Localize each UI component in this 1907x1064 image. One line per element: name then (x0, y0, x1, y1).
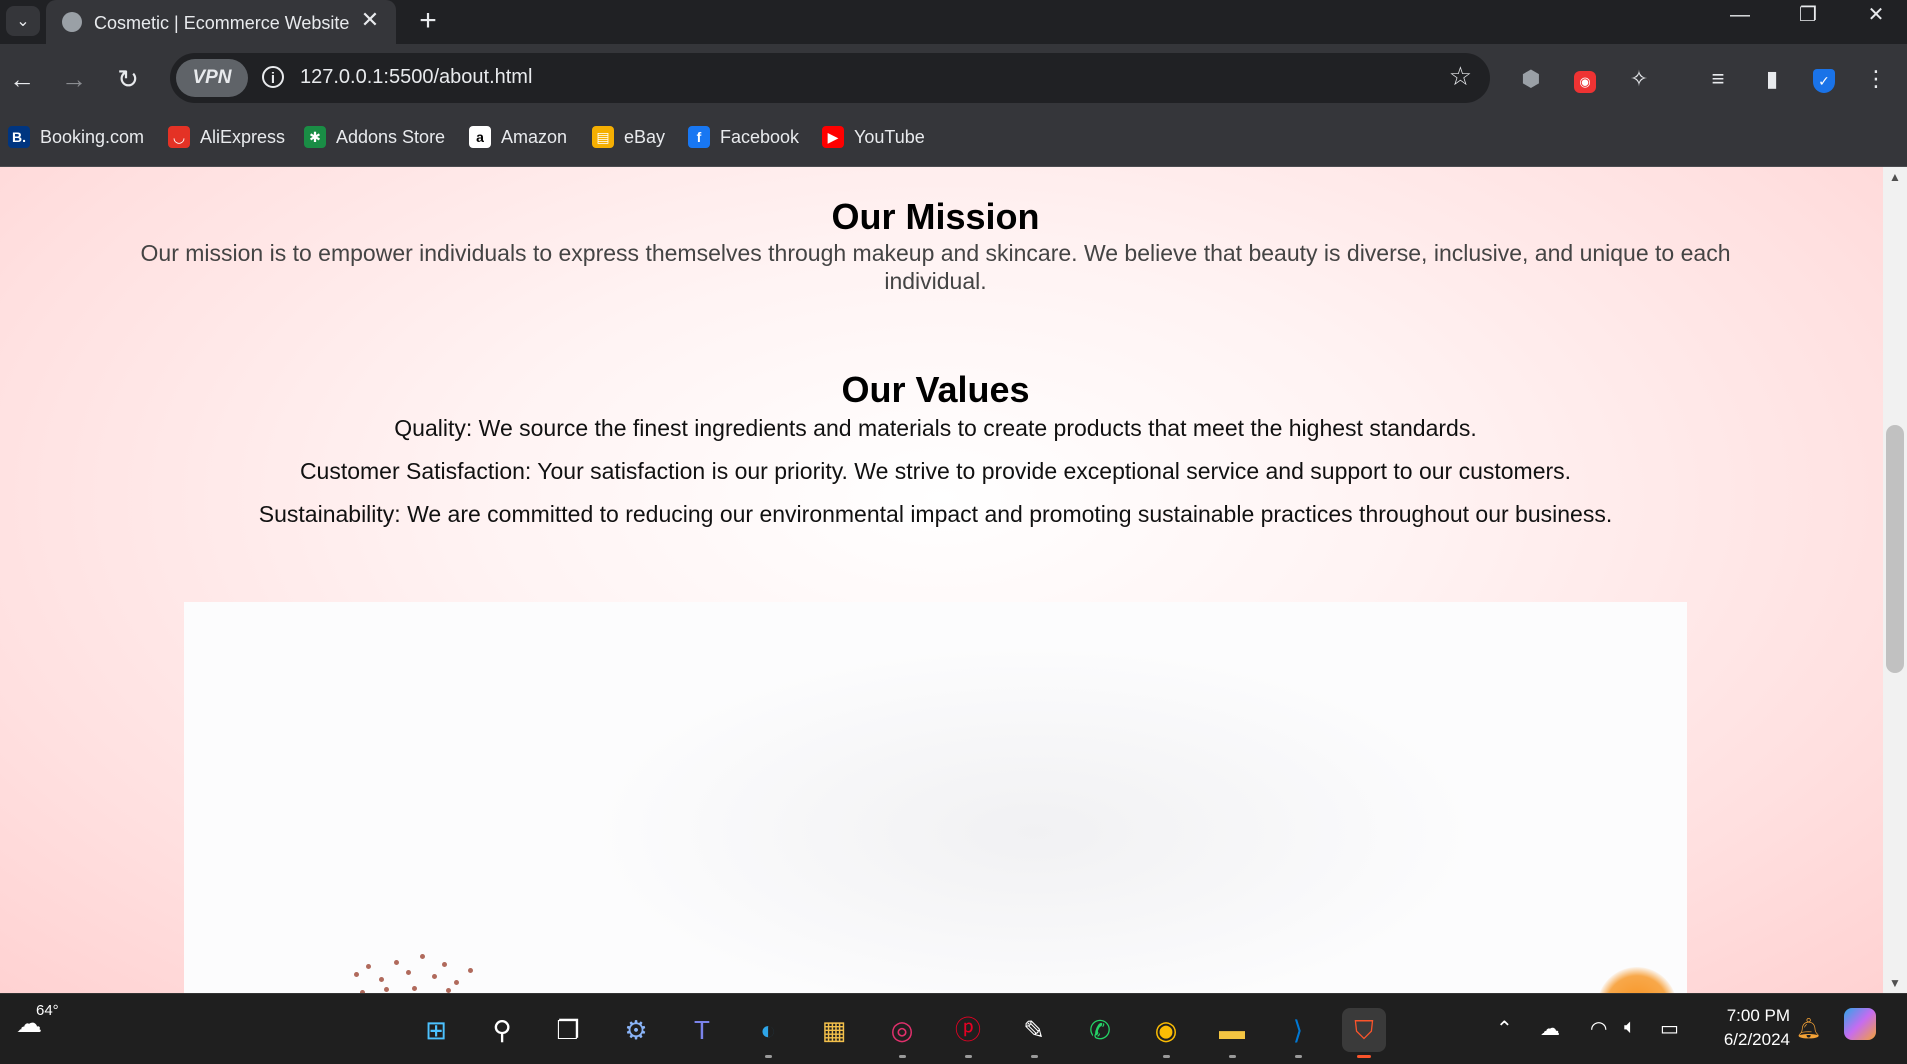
tab-search-button[interactable]: ⌄ (6, 6, 40, 36)
booking-icon: B. (8, 126, 30, 148)
hero-image (184, 602, 1687, 993)
facebook-icon: f (688, 126, 710, 148)
bookmark-label: Amazon (501, 126, 568, 147)
file-explorer-icon[interactable]: ▬ (1210, 1008, 1254, 1058)
values-section: Our Values (0, 369, 1871, 411)
value-quality: Quality: We source the finest ingredient… (394, 415, 1477, 441)
addons-store-icon: ✱ (304, 126, 326, 148)
weather-temperature: 64° (36, 1002, 59, 1019)
new-tab-button[interactable]: + (412, 6, 444, 38)
edge-icon[interactable]: ◐ (746, 1008, 790, 1058)
show-hidden-icons-chevron[interactable]: ⌃ (1496, 1016, 1513, 1041)
bookmark-label: Addons Store (336, 126, 446, 147)
battery-icon[interactable]: ▭ (1660, 1016, 1679, 1041)
scroll-down-arrow[interactable]: ▼ (1883, 973, 1907, 993)
volume-icon[interactable]: 🔈︎ (1624, 1016, 1636, 1039)
clock-time: 7:00 PM (1726, 1006, 1790, 1025)
value-customer-satisfaction: Customer Satisfaction: Your satisfaction… (299, 458, 1572, 484)
brave-browser-icon[interactable]: ⛉ (1342, 1008, 1386, 1058)
system-clock[interactable]: 7:00 PM 6/2/2024 (1700, 1004, 1790, 1052)
chevron-down-icon: ⌄ (16, 13, 30, 30)
vscode-icon[interactable]: ⟩ (1276, 1008, 1320, 1058)
gimp-icon[interactable]: ✎ (1012, 1008, 1056, 1058)
youtube-icon: ▶ (822, 126, 844, 148)
notification-bell-icon[interactable]: 🔔︎ (1796, 1016, 1821, 1041)
windows-taskbar: ☁ 64° ⊞ ⚲ ❐ ⚙ T ◐ ▦ ◎ ⓟ ✎ ✆ ◉ ▬ ⟩ ⛉ ⌃ ☁ … (0, 993, 1907, 1064)
values-title: Our Values (841, 369, 1030, 410)
scroll-up-arrow[interactable]: ▲ (1883, 167, 1907, 187)
chrome-icon[interactable]: ◉ (1144, 1008, 1188, 1058)
browser-toolbar: ← → ↻ VPN i 127.0.0.1:5500/about.html ☆ … (0, 44, 1907, 112)
close-window-button[interactable]: ✕ (1846, 0, 1906, 34)
back-button[interactable]: ← (4, 62, 40, 98)
wifi-icon[interactable]: ◠ (1590, 1016, 1607, 1041)
task-view-icon[interactable]: ❐ (546, 1008, 590, 1052)
bookmark-label: AliExpress (200, 126, 286, 147)
tab-strip: ⌄ Cosmetic | Ecommerce Website ✕ + — ❐ ✕ (0, 0, 1907, 44)
clock-date: 6/2/2024 (1723, 1030, 1790, 1049)
whatsapp-icon[interactable]: ✆ (1078, 1008, 1122, 1052)
onedrive-cloud-icon[interactable]: ☁ (1540, 1016, 1560, 1041)
store-icon[interactable]: ▦ (812, 1008, 856, 1052)
browser-menu-icon[interactable]: ⋮ (1861, 64, 1891, 94)
globe-icon (62, 12, 82, 32)
search-icon[interactable]: ⚲ (480, 1008, 524, 1052)
site-info-icon[interactable]: i (262, 66, 284, 88)
address-bar[interactable]: VPN i 127.0.0.1:5500/about.html ☆ (170, 53, 1490, 103)
minimize-button[interactable]: — (1710, 0, 1770, 34)
instagram-icon[interactable]: ◎ (880, 1008, 924, 1058)
copilot-icon[interactable] (1844, 1008, 1876, 1046)
media-control-icon[interactable]: ≡ (1703, 64, 1733, 94)
weather-widget[interactable]: ☁ 64° (16, 1002, 59, 1039)
url-text[interactable]: 127.0.0.1:5500/about.html (300, 66, 532, 89)
tab-title: Cosmetic | Ecommerce Website (94, 13, 350, 33)
bookmark-label: YouTube (854, 126, 925, 147)
bookmark-ebay[interactable]: ▤ eBay (592, 122, 665, 152)
start-button[interactable]: ⊞ (414, 1008, 458, 1052)
orange-product-shape (1597, 967, 1677, 993)
vpn-button[interactable]: VPN (176, 59, 248, 97)
ebay-icon: ▤ (592, 126, 614, 148)
reload-button[interactable]: ↻ (110, 62, 146, 98)
page-scrollbar[interactable]: ▲ ▼ (1883, 167, 1907, 993)
bookmark-aliexpress[interactable]: ◡ AliExpress (168, 122, 285, 152)
mission-title: Our Mission (831, 196, 1040, 237)
forward-button[interactable]: → (56, 62, 92, 98)
bookmark-booking-com[interactable]: B. Booking.com (8, 122, 144, 152)
scrollbar-thumb[interactable] (1886, 425, 1904, 673)
bookmark-youtube[interactable]: ▶ YouTube (822, 122, 925, 152)
pinterest-icon[interactable]: ⓟ (946, 1008, 990, 1058)
page-content: Our Mission Our mission is to empower in… (0, 167, 1883, 993)
bitwarden-extension-icon[interactable]: ✓ (1809, 64, 1839, 94)
shield-extension-icon[interactable]: ⬢ (1516, 64, 1546, 94)
adblock-extension-icon[interactable]: ◉ (1570, 64, 1600, 94)
side-panel-icon[interactable]: ▮ (1757, 64, 1787, 94)
aliexpress-icon: ◡ (168, 126, 190, 148)
value-sustainability: Sustainability: We are committed to redu… (258, 501, 1613, 527)
bookmark-addons-store[interactable]: ✱ Addons Store (304, 122, 445, 152)
bookmark-label: Booking.com (40, 126, 145, 147)
bookmark-amazon[interactable]: a Amazon (469, 122, 567, 152)
bookmarks-bar: B. Booking.com ◡ AliExpress ✱ Addons Store a Am… (0, 112, 1907, 167)
extensions-puzzle-icon[interactable]: ✧ (1624, 64, 1654, 94)
bookmark-facebook[interactable]: f Facebook (688, 122, 799, 152)
bookmark-label: Facebook (720, 126, 800, 147)
amazon-icon: a (469, 126, 491, 148)
browser-tab[interactable]: Cosmetic | Ecommerce Website ✕ (46, 0, 396, 44)
mission-section: Our Mission (0, 196, 1871, 238)
mission-text: Our mission is to empower individuals to… (140, 240, 1731, 294)
settings-gear-icon[interactable]: ⚙ (614, 1008, 658, 1052)
bookmark-star-icon[interactable]: ☆ (1449, 61, 1472, 92)
restore-button[interactable]: ❐ (1778, 0, 1838, 34)
teams-icon[interactable]: T (680, 1008, 724, 1052)
bookmark-label: eBay (624, 126, 666, 147)
close-tab-icon[interactable]: ✕ (356, 6, 384, 34)
